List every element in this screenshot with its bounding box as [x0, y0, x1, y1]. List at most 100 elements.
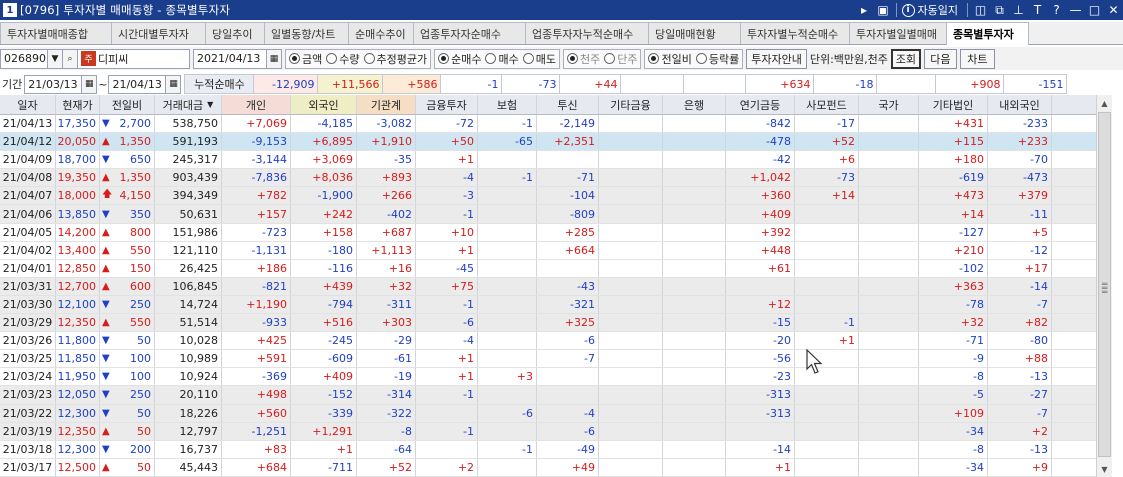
tab-item[interactable]: 당일추이: [205, 22, 265, 44]
tab-item[interactable]: 업종투자자누적순매수: [525, 22, 649, 44]
table-cell: +684: [222, 458, 291, 476]
column-header[interactable]: 금융투자: [416, 95, 478, 114]
next-button[interactable]: 다음: [923, 48, 957, 69]
table-row[interactable]: 21/03/19 12,350 ▲ 50 12,797 -1,251 +1,291 -8 -1 -…: [0, 422, 1112, 441]
table-row[interactable]: 21/03/17 12,500 ▲ 50 45,443 +684 -711 +52 +2 +49 +…: [0, 458, 1112, 477]
close-icon[interactable]: ✕: [1104, 0, 1123, 20]
table-cell: 12,050: [56, 386, 100, 404]
radio-option[interactable]: 매수: [485, 51, 519, 67]
table-cell: -1: [478, 169, 537, 187]
table-cell: +186: [222, 259, 291, 277]
radio-option[interactable]: 매도: [522, 51, 556, 67]
table-row[interactable]: 21/04/02 13,400 ▲ 550 121,110 -1,131 -180 +1,11…: [0, 241, 1112, 260]
tab-item[interactable]: 순매수추이: [348, 22, 414, 44]
layout-icon[interactable]: ◫: [971, 0, 990, 20]
vertical-scrollbar[interactable]: ▲ ═ ═ ═ ▼: [1096, 95, 1112, 477]
table-cell: 🡅 4,150: [100, 187, 155, 205]
tab-item[interactable]: 투자자별일별매매: [849, 22, 947, 44]
column-header[interactable]: 기관계: [357, 95, 416, 114]
sort-dropdown-icon[interactable]: ▼: [207, 100, 213, 109]
period-to-input[interactable]: 21/04/13: [108, 74, 167, 94]
diff-value: 600: [130, 279, 151, 293]
calendar-icon[interactable]: ▦: [81, 74, 98, 94]
tab-item[interactable]: 업종투자자순매수: [413, 22, 526, 44]
table-row[interactable]: 21/03/26 11,800 ▼ 50 10,028 +425 -245 -29 -4 -6 -2…: [0, 332, 1112, 351]
tab-item[interactable]: 당일매매현황: [648, 22, 741, 44]
up-arrow-icon: ▲: [102, 136, 110, 148]
stock-code-input[interactable]: 026890: [0, 48, 48, 69]
column-header[interactable]: 투신: [537, 95, 599, 114]
column-header[interactable]: 외국인: [291, 95, 357, 114]
table-cell: +1: [416, 368, 478, 386]
table-row[interactable]: 21/04/09 18,700 ▼ 650 245,317 -3,144 +3,069 -35…: [0, 151, 1112, 170]
date-input[interactable]: 2021/04/13: [193, 48, 267, 69]
font-icon[interactable]: T: [1028, 0, 1047, 20]
query-button[interactable]: 조회: [890, 48, 921, 69]
tab-item[interactable]: 시간대별투자자: [111, 22, 206, 44]
table-cell: +61: [726, 259, 795, 277]
column-header[interactable]: 사모펀드: [795, 95, 859, 114]
table-row[interactable]: 21/03/29 12,350 ▲ 550 51,514 -933 +516 +303 -6 +3…: [0, 314, 1112, 333]
table-row[interactable]: 21/03/18 12,300 ▼ 200 16,737 +83 +1 -64 -1 -49 -14…: [0, 440, 1112, 459]
tab-item[interactable]: 종목별투자자: [946, 22, 1029, 45]
copy-window-icon[interactable]: ⧉: [990, 0, 1009, 20]
table-cell: 21/03/30: [0, 295, 56, 314]
radio-option[interactable]: 수량: [326, 51, 360, 67]
table-row[interactable]: 21/03/31 12,700 ▲ 600 106,845 -821 +439 +32 +75 -…: [0, 277, 1112, 296]
table-row[interactable]: 21/04/01 12,850 ▲ 150 26,425 +186 -116 +16 -45 +6…: [0, 259, 1112, 278]
memo-icon[interactable]: ▣: [874, 0, 893, 20]
radio-option[interactable]: 단주: [604, 51, 637, 67]
investor-guide-button[interactable]: 투자자안내: [746, 48, 807, 69]
radio-dot-icon: [289, 53, 300, 64]
search-icon[interactable]: ⌕: [62, 48, 78, 69]
minimize-icon[interactable]: —: [1066, 0, 1085, 20]
table-row[interactable]: 21/03/23 12,050 ▼ 250 20,110 +498 -152 -314 -1 -3…: [0, 386, 1112, 405]
expand-icon[interactable]: ▸: [855, 0, 874, 20]
table-row[interactable]: 21/04/12 20,050 ▲ 1,350 591,193 -9,153 +6,895 +…: [0, 133, 1112, 152]
column-header[interactable]: 현재가: [56, 95, 100, 114]
column-header[interactable]: 국가: [859, 95, 919, 114]
column-header[interactable]: 내외국인: [988, 95, 1052, 114]
radio-option[interactable]: 순매수: [438, 51, 481, 67]
column-header[interactable]: 전일비: [100, 95, 155, 114]
column-header[interactable]: 기타금융: [599, 95, 663, 114]
table-row[interactable]: 21/04/07 18,000 🡅 4,150 394,349 +782 -1,900 +26…: [0, 187, 1112, 206]
period-from-input[interactable]: 21/03/13: [24, 74, 83, 94]
radio-option[interactable]: 등락률: [695, 51, 739, 67]
maximize-icon[interactable]: □: [1085, 0, 1104, 20]
radio-option[interactable]: 전일비: [648, 51, 692, 67]
column-header[interactable]: 보험: [478, 95, 537, 114]
column-header[interactable]: 연기금등: [726, 95, 795, 114]
tab-item[interactable]: 일별동향/차트: [264, 22, 349, 44]
scroll-up-icon[interactable]: ▲: [1097, 95, 1112, 111]
table-row[interactable]: 21/03/22 12,300 ▼ 50 18,226 +560 -339 -322 -6 -4 -…: [0, 404, 1112, 423]
table-row[interactable]: 21/03/25 11,850 ▼ 100 10,989 +591 -609 -61 +1 -7 -…: [0, 350, 1112, 369]
radio-option[interactable]: 천주: [566, 51, 600, 67]
radio-option[interactable]: 추정평균가: [363, 51, 427, 67]
table-row[interactable]: 21/03/24 11,950 ▼ 100 10,924 -369 +409 -19 +1 +3 -…: [0, 368, 1112, 387]
calendar-icon[interactable]: ▦: [266, 48, 282, 69]
table-row[interactable]: 21/03/30 12,100 ▼ 250 14,724 +1,190 -794 -311 -1…: [0, 295, 1112, 315]
tab-item[interactable]: 투자자별매매종합: [0, 22, 112, 44]
column-header[interactable]: 일자: [0, 95, 56, 114]
scroll-down-icon[interactable]: ▼: [1097, 461, 1112, 477]
auto-journal-button[interactable]: i 자동일지: [901, 2, 958, 18]
table-row[interactable]: 21/04/08 19,350 ▲ 1,350 903,439 -7,836 +8,036 +…: [0, 169, 1112, 188]
calendar-icon[interactable]: ▦: [165, 74, 182, 94]
stock-dropdown-icon[interactable]: ▼: [47, 48, 63, 69]
tab-item[interactable]: 투자자별누적순매수: [740, 22, 850, 44]
column-header[interactable]: 은행: [663, 95, 726, 114]
column-header[interactable]: 기타법인: [919, 95, 988, 114]
help-icon[interactable]: ?: [1047, 0, 1066, 20]
table-cell: -2,149: [537, 115, 599, 133]
pin-icon[interactable]: ⊥: [1009, 0, 1028, 20]
table-row[interactable]: 21/04/13 17,350 ▼ 2,700 538,750 +7,069 -4,185-…: [0, 115, 1112, 134]
chart-button[interactable]: 차트: [959, 48, 995, 69]
radio-option[interactable]: 금액: [289, 51, 322, 67]
table-row[interactable]: 21/04/06 13,850 ▼ 350 50,631 +157 +242 -402 -1 -8…: [0, 205, 1112, 224]
column-header[interactable]: 개인: [222, 95, 291, 114]
scroll-thumb[interactable]: ═ ═ ═: [1098, 112, 1111, 457]
column-header[interactable]: 거래대금 ▼: [155, 95, 222, 114]
table-cell: +1: [795, 332, 859, 350]
table-row[interactable]: 21/04/05 14,200 ▲ 800 151,986 -723 +158 +687 +10…: [0, 223, 1112, 242]
